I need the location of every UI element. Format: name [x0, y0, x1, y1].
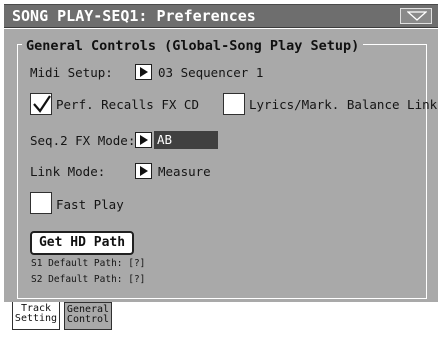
fast-play-label: Fast Play — [56, 197, 124, 212]
midi-setup-selector[interactable] — [135, 64, 152, 80]
arrow-right-icon — [140, 135, 148, 145]
s2-default-path: S2 Default Path: [?] — [31, 274, 146, 285]
checkmark-icon — [33, 95, 51, 113]
group-title: General Controls (Global-Song Play Setup… — [22, 38, 364, 54]
midi-setup-value[interactable]: 03 Sequencer 1 — [158, 65, 263, 80]
tab-general-control-line2: Control — [66, 314, 110, 325]
get-hd-path-button[interactable]: Get HD Path — [30, 231, 134, 255]
seq2-fx-mode-label: Seq.2 FX Mode: — [30, 133, 136, 148]
link-mode-label: Link Mode: — [30, 164, 106, 179]
link-mode-value[interactable]: Measure — [158, 164, 211, 179]
arrow-right-icon — [140, 67, 148, 77]
tab-track-setting[interactable]: Track Setting — [12, 302, 60, 330]
seq2-fx-mode-selector[interactable] — [135, 132, 152, 148]
arrow-right-icon — [140, 166, 148, 176]
link-mode-selector[interactable] — [135, 163, 152, 179]
page-menu-button[interactable] — [400, 8, 432, 24]
perf-recalls-fx-label: Perf. Recalls FX CD — [56, 97, 199, 112]
tab-track-setting-line2: Setting — [14, 313, 58, 324]
midi-setup-label: Midi Setup: — [30, 65, 113, 80]
perf-recalls-fx-checkbox[interactable] — [30, 93, 52, 115]
page-title: SONG PLAY-SEQ1: Preferences — [12, 7, 256, 25]
s1-default-path: S1 Default Path: [?] — [31, 258, 146, 269]
main-panel: General Controls (Global-Song Play Setup… — [4, 29, 438, 302]
title-bar: SONG PLAY-SEQ1: Preferences — [4, 4, 438, 28]
preferences-screen: SONG PLAY-SEQ1: Preferences General Cont… — [0, 0, 442, 339]
lyrics-balance-link-checkbox[interactable] — [223, 93, 245, 115]
lyrics-balance-link-label: Lyrics/Mark. Balance Link — [249, 97, 438, 112]
tab-general-control[interactable]: General Control — [64, 302, 112, 330]
fast-play-checkbox[interactable] — [30, 192, 52, 214]
seq2-fx-mode-value[interactable]: AB — [154, 131, 218, 149]
triangle-down-icon — [407, 11, 427, 21]
